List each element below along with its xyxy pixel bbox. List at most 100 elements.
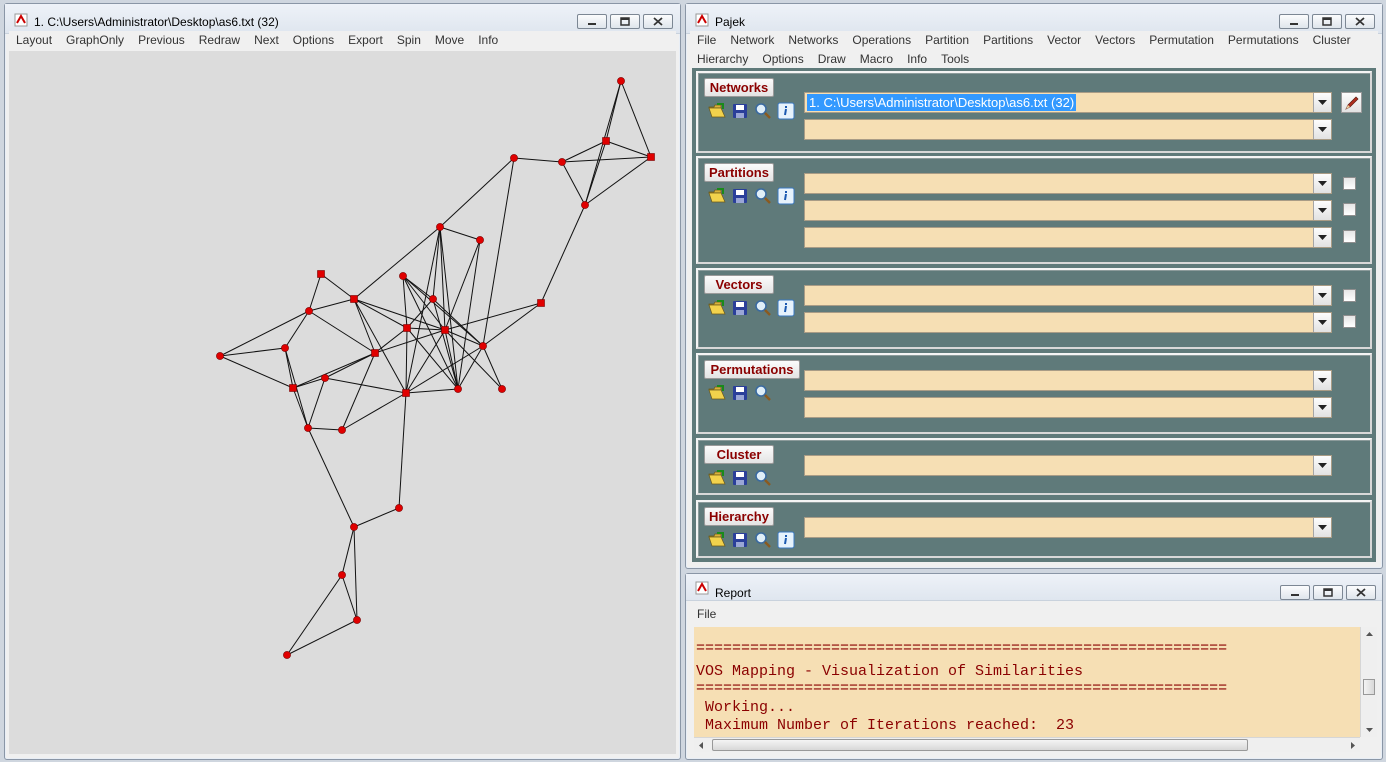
menu-item-file[interactable]: File — [690, 605, 723, 624]
open-permutations-button[interactable] — [708, 384, 726, 402]
menu-item-options[interactable]: Options — [755, 50, 810, 69]
network-vertex[interactable] — [338, 571, 346, 579]
menu-item-info[interactable]: Info — [471, 31, 505, 50]
network-vertex[interactable] — [216, 352, 224, 360]
restore-button[interactable] — [610, 14, 640, 29]
menu-item-operations[interactable]: Operations — [845, 31, 918, 50]
open-vectors-button[interactable] — [708, 299, 726, 317]
menu-item-hierarchy[interactable]: Hierarchy — [690, 50, 755, 69]
hierarchy-label[interactable]: Hierarchy — [704, 507, 774, 526]
restore-button[interactable] — [1312, 14, 1342, 29]
permutations-label[interactable]: Permutations — [704, 360, 800, 379]
scrollbar-thumb[interactable] — [712, 739, 1248, 751]
save-cluster-button[interactable] — [731, 469, 749, 487]
network-vertex[interactable] — [498, 385, 506, 393]
network-vertex[interactable] — [581, 201, 589, 209]
minimize-button[interactable] — [1280, 585, 1310, 600]
partitions-label[interactable]: Partitions — [704, 163, 774, 182]
menu-item-permutation[interactable]: Permutation — [1142, 31, 1221, 50]
menu-item-tools[interactable]: Tools — [934, 50, 976, 69]
menu-item-layout[interactable]: Layout — [9, 31, 59, 50]
properties-vectors-button[interactable] — [777, 299, 795, 317]
partitions-checkbox-1[interactable] — [1343, 177, 1356, 190]
menu-item-draw[interactable]: Draw — [811, 50, 853, 69]
network-vertex[interactable] — [429, 295, 437, 303]
network-vertex[interactable] — [617, 77, 625, 85]
main-window-titlebar[interactable]: Pajek — [686, 4, 1382, 34]
network-vertex[interactable] — [441, 326, 449, 334]
restore-button[interactable] — [1313, 585, 1343, 600]
dropdown-button[interactable] — [1313, 518, 1331, 537]
info-hierarchy-button[interactable] — [754, 531, 772, 549]
info-permutations-button[interactable] — [754, 384, 772, 402]
info-vectors-button[interactable] — [754, 299, 772, 317]
menu-item-partition[interactable]: Partition — [918, 31, 976, 50]
menu-item-vector[interactable]: Vector — [1040, 31, 1088, 50]
dropdown-button[interactable] — [1313, 93, 1331, 112]
open-networks-button[interactable] — [708, 102, 726, 120]
info-partitions-button[interactable] — [754, 187, 772, 205]
dropdown-button[interactable] — [1313, 120, 1331, 139]
network-vertex[interactable] — [317, 270, 325, 278]
menu-item-partitions[interactable]: Partitions — [976, 31, 1040, 50]
network-vertex[interactable] — [402, 389, 410, 397]
menu-item-info[interactable]: Info — [900, 50, 934, 69]
edit-network-button[interactable] — [1341, 92, 1362, 113]
menu-item-networks[interactable]: Networks — [781, 31, 845, 50]
network-vertex[interactable] — [304, 424, 312, 432]
info-networks-button[interactable] — [754, 102, 772, 120]
network-vertex[interactable] — [510, 154, 518, 162]
partitions-combo-2[interactable] — [804, 200, 1332, 221]
network-vertex[interactable] — [399, 272, 407, 280]
minimize-button[interactable] — [577, 14, 607, 29]
dropdown-button[interactable] — [1313, 174, 1331, 193]
network-vertex[interactable] — [338, 426, 346, 434]
menu-item-network[interactable]: Network — [723, 31, 781, 50]
save-hierarchy-button[interactable] — [731, 531, 749, 549]
properties-networks-button[interactable] — [777, 102, 795, 120]
networks-combo-1[interactable]: 1. C:\Users\Administrator\Desktop\as6.tx… — [804, 92, 1332, 113]
networks-label[interactable]: Networks — [704, 78, 774, 97]
network-vertex[interactable] — [537, 299, 545, 307]
partitions-checkbox-2[interactable] — [1343, 203, 1356, 216]
network-vertex[interactable] — [371, 349, 379, 357]
save-partitions-button[interactable] — [731, 187, 749, 205]
menu-item-vectors[interactable]: Vectors — [1088, 31, 1142, 50]
info-cluster-button[interactable] — [754, 469, 772, 487]
network-vertex[interactable] — [350, 523, 358, 531]
menu-item-options[interactable]: Options — [286, 31, 341, 50]
network-vertex[interactable] — [283, 651, 291, 659]
partitions-checkbox-3[interactable] — [1343, 230, 1356, 243]
cluster-combo[interactable] — [804, 455, 1332, 476]
menu-item-file[interactable]: File — [690, 31, 723, 50]
dropdown-button[interactable] — [1313, 286, 1331, 305]
dropdown-button[interactable] — [1313, 456, 1331, 475]
scrollbar-thumb[interactable] — [1363, 679, 1375, 695]
save-vectors-button[interactable] — [731, 299, 749, 317]
vectors-label[interactable]: Vectors — [704, 275, 774, 294]
menu-item-macro[interactable]: Macro — [853, 50, 900, 69]
minimize-button[interactable] — [1279, 14, 1309, 29]
menu-item-permutations[interactable]: Permutations — [1221, 31, 1306, 50]
report-text-area[interactable]: ========================================… — [694, 627, 1360, 737]
hierarchy-combo[interactable] — [804, 517, 1332, 538]
vectors-checkbox-1[interactable] — [1343, 289, 1356, 302]
vectors-checkbox-2[interactable] — [1343, 315, 1356, 328]
permutations-combo-1[interactable] — [804, 370, 1332, 391]
cluster-label[interactable]: Cluster — [704, 445, 774, 464]
save-networks-button[interactable] — [731, 102, 749, 120]
network-vertex[interactable] — [454, 385, 462, 393]
menu-item-redraw[interactable]: Redraw — [192, 31, 247, 50]
report-window-titlebar[interactable]: Report — [686, 574, 1382, 601]
network-vertex[interactable] — [602, 137, 610, 145]
close-button[interactable] — [1346, 585, 1376, 600]
dropdown-button[interactable] — [1313, 371, 1331, 390]
network-vertex[interactable] — [305, 307, 313, 315]
report-horizontal-scrollbar[interactable] — [694, 737, 1360, 752]
save-permutations-button[interactable] — [731, 384, 749, 402]
menu-item-move[interactable]: Move — [428, 31, 471, 50]
partitions-combo-1[interactable] — [804, 173, 1332, 194]
network-vertex[interactable] — [353, 616, 361, 624]
network-vertex[interactable] — [479, 342, 487, 350]
menu-item-next[interactable]: Next — [247, 31, 286, 50]
